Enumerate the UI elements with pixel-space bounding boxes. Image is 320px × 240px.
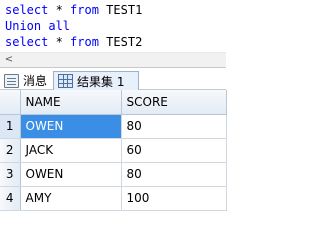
keyword: Union all (5, 19, 71, 33)
score-cell[interactable]: 60 (121, 138, 227, 163)
score-cell[interactable]: 80 (121, 114, 227, 139)
tab-messages[interactable]: 消息 (4, 71, 47, 90)
column-header-name[interactable]: NAME (20, 90, 122, 115)
scroll-left-button[interactable]: < (2, 54, 16, 66)
row-number[interactable]: 3 (0, 162, 21, 187)
result-tabbar: 消息 结果集 1 (0, 67, 226, 90)
tab-messages-label: 消息 (23, 74, 48, 88)
row-number[interactable]: 2 (0, 138, 21, 163)
keyword: select (5, 35, 49, 49)
score-cell[interactable]: 80 (121, 162, 227, 187)
table-row: 3 OWEN 80 (0, 162, 227, 187)
column-header-score[interactable]: SCORE (121, 90, 227, 115)
table-row: 2 JACK 60 (0, 138, 227, 163)
keyword: select (5, 3, 49, 17)
grid-corner[interactable] (0, 90, 21, 115)
table-row: 1 OWEN 80 (0, 114, 227, 139)
code-line-3: select * from TEST2 (5, 34, 226, 50)
tab-results[interactable]: 结果集 1 (53, 71, 139, 90)
table-name: TEST2 (98, 35, 143, 49)
code-text: * (48, 3, 71, 17)
table-row: 4 AMY 100 (0, 186, 227, 211)
result-grid: NAME SCORE 1 OWEN 80 2 JACK 60 3 OWEN 80… (0, 90, 227, 211)
code-line-1: select * from TEST1 (5, 2, 226, 18)
grid-icon (58, 74, 73, 88)
header-row: NAME SCORE (0, 90, 227, 115)
code-line-2: Union all (5, 18, 226, 34)
name-cell[interactable]: OWEN (20, 114, 122, 139)
tab-results-label: 结果集 1 (77, 74, 125, 89)
row-number[interactable]: 4 (0, 186, 21, 211)
keyword: from (70, 35, 99, 49)
keyword: from (70, 3, 99, 17)
row-number[interactable]: 1 (0, 114, 21, 139)
score-cell[interactable]: 100 (121, 186, 227, 211)
message-icon (4, 73, 19, 88)
sql-editor[interactable]: select * from TEST1 Union all select * f… (0, 0, 226, 52)
name-cell[interactable]: AMY (20, 186, 122, 211)
name-cell[interactable]: JACK (20, 138, 122, 163)
code-text: * (48, 35, 71, 49)
name-cell[interactable]: OWEN (20, 162, 122, 187)
table-name: TEST1 (98, 3, 143, 17)
horizontal-scrollbar[interactable]: < (0, 52, 226, 67)
